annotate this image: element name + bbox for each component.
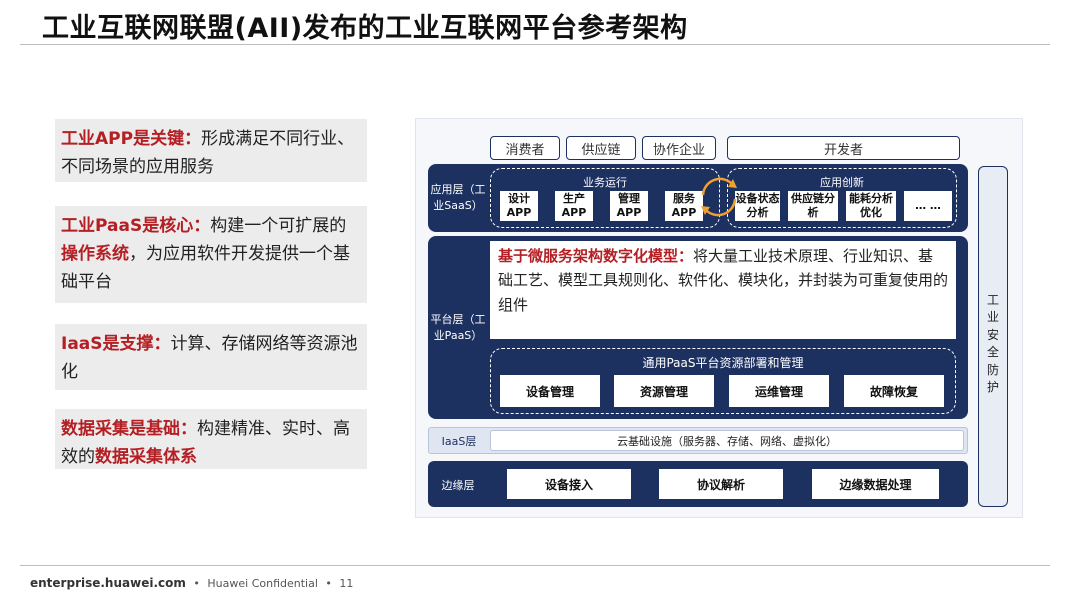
note-bold: 操作系统 [61,244,129,265]
platform-layer-label: 平台层（工业PaaS） [430,313,486,342]
pill-developer: 开发者 [727,136,960,160]
note-key: 工业PaaS是核心 [61,216,194,236]
footer-page: 11 [339,577,354,590]
app-more: … … [904,191,952,221]
footer-separator: • [193,577,200,590]
mgmt-resource: 资源管理 [614,375,714,407]
app-supply-analysis: 供应链分析 [788,191,838,221]
edge-device-access: 设备接入 [507,469,631,499]
security-label: 工业安全防护 [986,293,999,394]
note-text: 构建一个可扩展的 [210,216,347,236]
note-key: 工业APP是关键 [61,129,185,149]
note-iaas: IaaS是支撑：计算、存储网络等资源池化 [55,324,367,390]
edge-data-processing: 边缘数据处理 [812,469,939,499]
microservice-callout: 基于微服务架构数字化模型：将大量工业技术原理、行业知识、基础工艺、模型工具规则化… [490,241,956,339]
app-production: 生产APP [555,191,593,221]
cycle-arrows-icon [701,177,737,217]
note-industrial-paas: 工业PaaS是核心：构建一个可扩展的操作系统，为应用软件开发提供一个基础平台 [55,206,367,303]
mgmt-operations: 运维管理 [729,375,829,407]
pill-consumer: 消费者 [490,136,560,160]
note-data-collection: 数据采集是基础：构建精准、实时、高效的数据采集体系 [55,409,367,469]
footer-divider [20,565,1050,566]
iaas-layer-label: IaaS层 [441,435,477,448]
group-app-innovation-title: 应用创新 [820,176,864,189]
callout-colon: ： [678,247,694,265]
mgmt-recovery: 故障恢复 [844,375,944,407]
iaas-infrastructure: 云基础设施（服务器、存储、网络、虚拟化） [490,430,964,451]
pill-partner: 协作企业 [642,136,716,160]
app-management: 管理APP [610,191,648,221]
note-key: IaaS是支撑 [61,334,154,354]
edge-layer-label: 边缘层 [441,479,475,492]
note-colon: ： [193,216,211,236]
group-business-ops-title: 业务运行 [583,176,627,189]
footer-separator: • [325,577,332,590]
mgmt-device: 设备管理 [500,375,600,407]
note-colon: ： [184,129,202,149]
note-key: 数据采集是基础 [61,419,180,439]
app-design: 设计APP [500,191,538,221]
footer-confidential: Huawei Confidential [207,577,318,590]
page-title: 工业互联网联盟(AII)发布的工业互联网平台参考架构 [42,13,688,44]
callout-key: 基于微服务架构数字化模型 [498,247,679,265]
pill-supply-chain: 供应链 [566,136,636,160]
footer: enterprise.huawei.com • Huawei Confident… [30,576,353,590]
app-energy-analysis: 能耗分析优化 [846,191,896,221]
note-colon: ： [153,334,171,354]
note-bold: 数据采集体系 [95,447,197,468]
paas-management-title: 通用PaaS平台资源部署和管理 [642,356,804,370]
note-industrial-app: 工业APP是关键：形成满足不同行业、不同场景的应用服务 [55,119,367,182]
footer-site: enterprise.huawei.com [30,576,186,590]
title-divider [20,44,1050,45]
app-layer-label: 应用层（工业SaaS） [430,183,486,212]
note-colon: ： [180,419,197,439]
edge-protocol-parsing: 协议解析 [659,469,783,499]
